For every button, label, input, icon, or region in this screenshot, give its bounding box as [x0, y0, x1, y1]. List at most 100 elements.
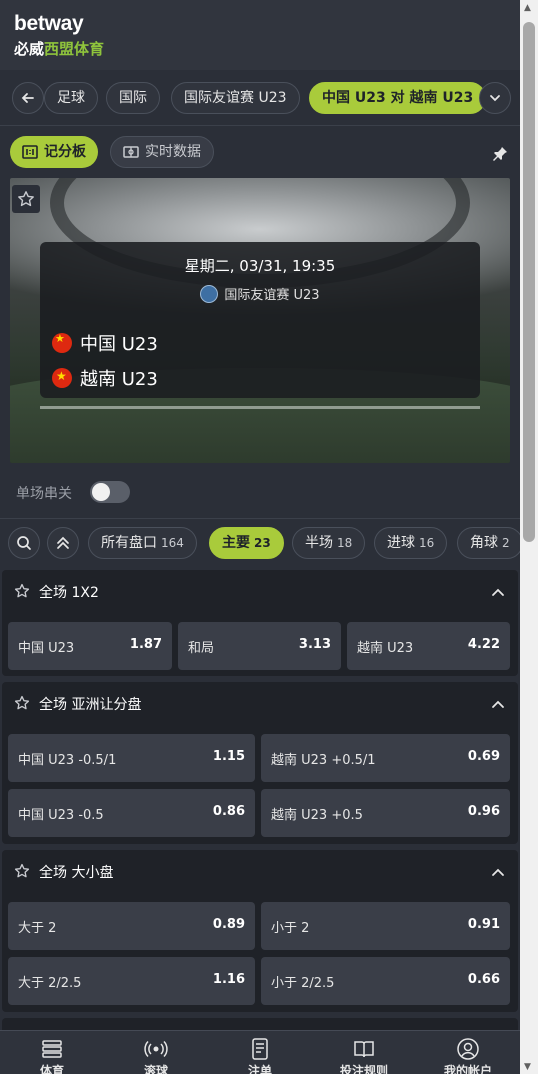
star-outline-icon[interactable] — [14, 863, 30, 879]
chevron-up-icon[interactable] — [490, 584, 506, 600]
live-broadcast-icon — [144, 1040, 168, 1058]
odds-button[interactable]: 和局 3.13 — [178, 622, 341, 670]
double-chevron-up-icon — [57, 536, 69, 549]
search-markets-button[interactable] — [8, 527, 40, 559]
header: betway 必威西盟体育 — [0, 0, 520, 70]
market-header[interactable]: 全场 大小盘 — [2, 850, 518, 892]
tab-live-data-label: 实时数据 — [145, 144, 201, 160]
nav-betslip[interactable]: 注单 — [208, 1031, 312, 1074]
scoreboard-icon — [22, 145, 38, 159]
market-asian-handicap: 全场 亚洲让分盘 中国 U23 -0.5/1 1.15 越南 U23 +0.5/1… — [2, 682, 518, 844]
nav-account[interactable]: 我的帐户 — [416, 1031, 520, 1074]
pitch-icon — [123, 146, 139, 158]
breadcrumb-more-button[interactable] — [479, 82, 511, 114]
pitch-line — [40, 406, 480, 409]
arrow-left-icon — [21, 93, 34, 103]
filter-goals[interactable]: 进球 16 — [374, 527, 448, 559]
favorite-match-button[interactable] — [12, 185, 40, 213]
home-team: 中国 U23 — [52, 330, 158, 356]
odds-value: 3.13 — [298, 637, 331, 652]
tab-live-data[interactable]: 实时数据 — [110, 136, 214, 168]
collapse-all-button[interactable] — [47, 527, 79, 559]
odds-label: 小于 2/2.5 — [271, 976, 335, 991]
odds-value: 1.15 — [212, 749, 245, 764]
match-info-card: 星期二, 03/31, 19:35 国际友谊赛 U23 中国 U23 越南 U2… — [40, 242, 480, 398]
back-button[interactable] — [12, 82, 44, 114]
odds-button[interactable]: 中国 U23 -0.5/1 1.15 — [8, 734, 255, 782]
market-title: 全场 1X2 — [39, 585, 99, 601]
filter-main[interactable]: 主要 23 — [209, 527, 284, 559]
filter-count: 16 — [419, 536, 435, 550]
tab-scoreboard[interactable]: 记分板 — [10, 136, 98, 168]
market-header[interactable]: 全场 亚洲让分盘 — [2, 682, 518, 724]
pin-icon[interactable] — [491, 145, 509, 163]
filter-corners[interactable]: 角球 2 — [457, 527, 520, 559]
odds-button[interactable]: 小于 2/2.5 0.66 — [261, 957, 510, 1005]
chevron-up-icon[interactable] — [490, 864, 506, 880]
odds-label: 和局 — [188, 641, 215, 656]
brand-logo[interactable]: betway — [14, 12, 84, 36]
breadcrumb-match[interactable]: 中国 U23 对 越南 U23 — [309, 82, 487, 114]
filter-label: 半场 — [305, 535, 333, 551]
scroll-down-arrow-icon[interactable]: ▼ — [524, 1062, 531, 1072]
odds-label: 大于 2 — [18, 921, 57, 936]
brand-sub-b: 西盟体育 — [44, 40, 105, 58]
nav-label: 注单 — [247, 1064, 272, 1074]
odds-value: 4.22 — [467, 637, 500, 652]
market-filter-bar: 所有盘口 164 主要 23 半场 18 进球 16 角球 2 — [0, 518, 520, 566]
odds-value: 0.69 — [467, 749, 500, 764]
nav-label: 滚球 — [143, 1064, 168, 1074]
filter-all-markets[interactable]: 所有盘口 164 — [88, 527, 197, 559]
odds-value: 0.89 — [212, 917, 245, 932]
breadcrumb: 足球 国际 国际友谊赛 U23 中国 U23 对 越南 U23 — [0, 70, 520, 126]
home-team-name: 中国 U23 — [80, 334, 158, 355]
chevron-up-icon[interactable] — [490, 696, 506, 712]
scrollbar-thumb[interactable] — [523, 22, 535, 542]
odds-button[interactable]: 小于 2 0.91 — [261, 902, 510, 950]
odds-label: 越南 U23 — [357, 641, 414, 656]
rules-book-icon — [354, 1041, 374, 1058]
odds-button[interactable]: 越南 U23 4.22 — [347, 622, 510, 670]
market-over-under: 全场 大小盘 大于 2 0.89 小于 2 0.91 大于 2/2.5 1.16 小于… — [2, 850, 518, 1012]
competition-logo-icon — [200, 285, 219, 303]
odds-button[interactable]: 越南 U23 +0.5/1 0.69 — [261, 734, 510, 782]
odds-button[interactable]: 大于 2 0.89 — [8, 902, 255, 950]
nav-rules[interactable]: 投注规则 — [312, 1031, 416, 1074]
odds-button[interactable]: 中国 U23 1.87 — [8, 622, 172, 670]
odds-value: 1.87 — [129, 637, 162, 652]
scroll-up-arrow-icon[interactable]: ▲ — [524, 3, 531, 13]
odds-label: 中国 U23 -0.5/1 — [18, 753, 117, 768]
filter-label: 角球 — [470, 535, 498, 551]
bottom-navigation: 体育 滚球 注单 投注规则 我的帐户 — [0, 1030, 520, 1074]
star-outline-icon[interactable] — [14, 695, 30, 711]
nav-live[interactable]: 滚球 — [104, 1031, 208, 1074]
odds-value: 1.16 — [212, 972, 245, 987]
odds-value: 0.96 — [467, 804, 500, 819]
match-competition: 国际友谊赛 U23 — [40, 284, 480, 303]
star-outline-icon — [18, 191, 34, 207]
filter-label: 进球 — [387, 535, 415, 551]
app: betway 必威西盟体育 足球 国际 国际友谊赛 U23 中国 U23 对 越… — [0, 0, 538, 1074]
odds-value: 0.91 — [467, 917, 500, 932]
market-title: 全场 大小盘 — [39, 865, 114, 881]
nav-sports[interactable]: 体育 — [0, 1031, 104, 1074]
odds-button[interactable]: 大于 2/2.5 1.16 — [8, 957, 255, 1005]
breadcrumb-international[interactable]: 国际 — [106, 82, 160, 114]
single-parlay-toggle[interactable] — [90, 481, 130, 503]
odds-label: 小于 2 — [271, 921, 310, 936]
competition-label: 国际友谊赛 U23 — [224, 288, 320, 303]
odds-button[interactable]: 中国 U23 -0.5 0.86 — [8, 789, 255, 837]
filter-count: 18 — [337, 536, 353, 550]
filter-half[interactable]: 半场 18 — [292, 527, 366, 559]
breadcrumb-competition[interactable]: 国际友谊赛 U23 — [171, 82, 300, 114]
odds-label: 中国 U23 — [18, 641, 75, 656]
odds-label: 越南 U23 +0.5 — [271, 808, 363, 823]
market-header[interactable]: 全场 1X2 — [2, 570, 518, 612]
chevron-down-icon — [490, 95, 500, 102]
filter-label: 主要 — [222, 535, 250, 551]
star-outline-icon[interactable] — [14, 583, 30, 599]
breadcrumb-football[interactable]: 足球 — [44, 82, 98, 114]
nav-label: 投注规则 — [339, 1064, 388, 1074]
odds-value: 0.86 — [212, 804, 245, 819]
odds-button[interactable]: 越南 U23 +0.5 0.96 — [261, 789, 510, 837]
